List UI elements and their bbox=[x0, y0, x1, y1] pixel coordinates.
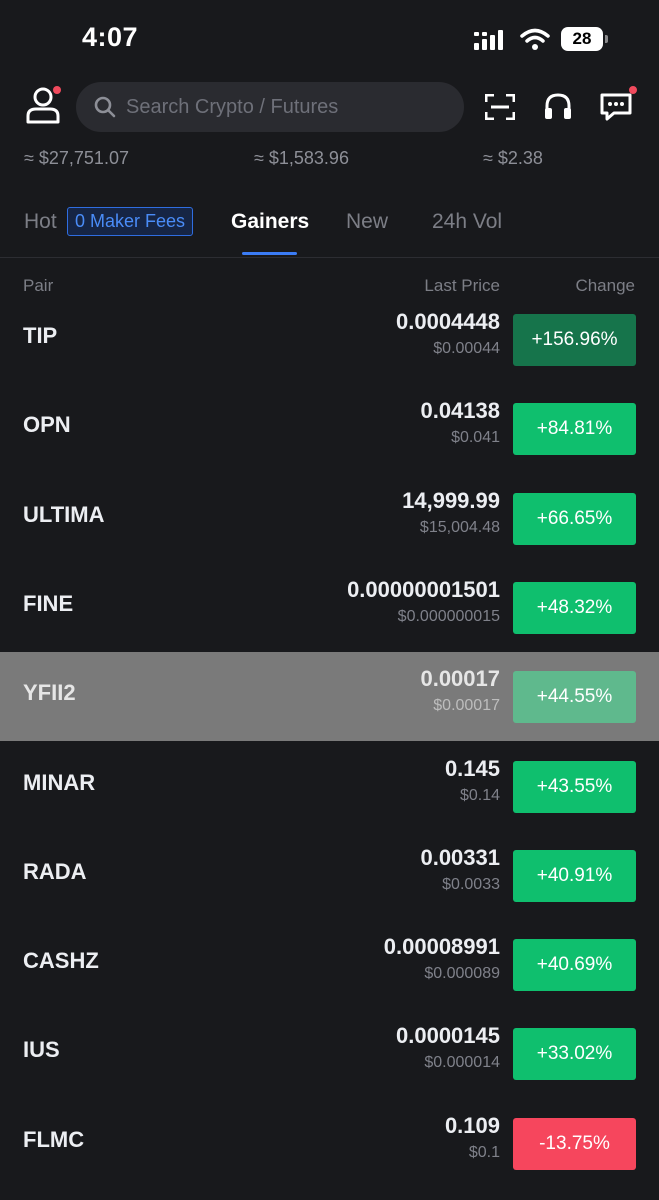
tab-new[interactable]: New bbox=[346, 210, 388, 234]
search-input[interactable]: Search Crypto / Futures bbox=[76, 82, 464, 132]
usd-price: $0.1 bbox=[468, 1143, 500, 1161]
scan-icon[interactable] bbox=[485, 94, 515, 120]
last-price: 0.00000001501 bbox=[347, 576, 500, 602]
battery-level: 28 bbox=[561, 27, 603, 51]
usd-price: $0.041 bbox=[451, 429, 500, 447]
pair-symbol: RADA bbox=[23, 858, 87, 884]
last-price: 0.0000145 bbox=[396, 1023, 500, 1049]
column-header-change[interactable]: Change bbox=[575, 276, 635, 296]
pair-symbol: OPN bbox=[23, 412, 71, 438]
change-badge[interactable]: +40.91% bbox=[513, 849, 636, 902]
last-price: 14,999.99 bbox=[402, 487, 500, 513]
market-row[interactable]: ULTIMA 14,999.99 $15,004.48 +66.65% bbox=[0, 474, 659, 563]
message-icon[interactable] bbox=[600, 92, 634, 122]
pair-symbol: ULTIMA bbox=[23, 501, 105, 527]
usd-price: $0.000000015 bbox=[397, 607, 500, 625]
change-badge[interactable]: +48.32% bbox=[513, 581, 636, 634]
pair-symbol: CASHZ bbox=[23, 948, 99, 974]
message-notification-dot bbox=[629, 86, 637, 94]
change-badge[interactable]: +156.96% bbox=[513, 314, 636, 366]
last-price: 0.04138 bbox=[420, 398, 500, 424]
cellular-signal-icon bbox=[474, 30, 503, 50]
tab-hot[interactable]: Hot bbox=[24, 210, 57, 234]
change-badge[interactable]: +40.69% bbox=[513, 939, 636, 992]
last-price: 0.109 bbox=[444, 1112, 500, 1138]
profile-notification-dot bbox=[53, 86, 61, 94]
usd-price: $15,004.48 bbox=[419, 518, 500, 536]
pair-symbol: TIP bbox=[23, 323, 58, 348]
active-tab-indicator bbox=[242, 252, 297, 255]
last-price: 0.00331 bbox=[420, 844, 500, 870]
ticker-price[interactable]: ≈ $2.38 bbox=[483, 148, 543, 169]
usd-price: $0.000089 bbox=[424, 965, 500, 983]
market-row[interactable]: FLMC 0.109 $0.1 -13.75% bbox=[0, 1099, 659, 1188]
usd-price: $0.00044 bbox=[433, 340, 500, 357]
change-badge[interactable]: +84.81% bbox=[513, 403, 636, 456]
change-badge[interactable]: +44.55% bbox=[513, 671, 636, 724]
pair-symbol: MINAR bbox=[23, 769, 96, 795]
last-price: 0.00008991 bbox=[383, 934, 500, 960]
market-row[interactable]: FINE 0.00000001501 $0.000000015 +48.32% bbox=[0, 563, 659, 652]
app-header: Search Crypto / Futures bbox=[0, 78, 659, 136]
market-row[interactable]: RADA 0.00331 $0.0033 +40.91% bbox=[0, 831, 659, 920]
pair-symbol: FINE bbox=[23, 590, 74, 616]
search-placeholder: Search Crypto / Futures bbox=[126, 96, 339, 118]
pair-symbol: YFII2 bbox=[23, 680, 76, 706]
battery-icon: 28 bbox=[561, 27, 609, 51]
status-time: 4:07 bbox=[82, 22, 139, 52]
headset-icon[interactable] bbox=[543, 92, 573, 122]
market-tabs: Hot 0 Maker Fees Gainers New 24h Vol bbox=[0, 198, 659, 256]
market-row[interactable]: YFII2 0.00017 $0.00017 +44.55% bbox=[0, 652, 659, 742]
market-row[interactable]: MINAR 0.145 $0.14 +43.55% bbox=[0, 742, 659, 831]
column-header-pair: Pair bbox=[23, 276, 54, 295]
tab-gainers[interactable]: Gainers bbox=[231, 210, 309, 234]
market-row[interactable]: OPN 0.04138 $0.041 +84.81% bbox=[0, 384, 659, 473]
last-price: 0.00017 bbox=[420, 666, 500, 692]
status-bar: 4:07 28 bbox=[0, 0, 659, 80]
search-icon bbox=[94, 96, 116, 118]
wifi-icon bbox=[520, 28, 550, 50]
ticker-strip: ≈ $27,751.07 ≈ $1,583.96 ≈ $2.38 bbox=[0, 140, 659, 176]
divider bbox=[0, 257, 659, 258]
market-row[interactable]: IUS 0.0000145 $0.000014 +33.02% bbox=[0, 1009, 659, 1098]
tab-24h-vol[interactable]: 24h Vol bbox=[432, 210, 502, 234]
market-row[interactable]: TIP 0.0004448 $0.00044 +156.96% bbox=[0, 295, 659, 384]
column-header-last-price[interactable]: Last Price bbox=[424, 276, 500, 296]
pair-symbol: FLMC bbox=[23, 1126, 85, 1152]
usd-price: $0.0033 bbox=[442, 875, 500, 893]
ticker-price[interactable]: ≈ $1,583.96 bbox=[254, 148, 349, 169]
pair-symbol: IUS bbox=[23, 1037, 60, 1063]
change-badge[interactable]: +33.02% bbox=[513, 1028, 636, 1081]
change-badge[interactable]: +66.65% bbox=[513, 492, 636, 545]
market-row[interactable]: CASHZ 0.00008991 $0.000089 +40.69% bbox=[0, 920, 659, 1009]
maker-fees-badge[interactable]: 0 Maker Fees bbox=[67, 207, 194, 236]
change-badge[interactable]: +43.55% bbox=[513, 760, 636, 813]
last-price: 0.145 bbox=[444, 755, 500, 781]
usd-price: $0.000014 bbox=[424, 1054, 500, 1072]
ticker-price[interactable]: ≈ $27,751.07 bbox=[24, 148, 129, 169]
usd-price: $0.14 bbox=[459, 786, 500, 804]
change-badge[interactable]: -13.75% bbox=[513, 1117, 636, 1170]
last-price: 0.0004448 bbox=[396, 309, 500, 334]
usd-price: $0.00017 bbox=[433, 697, 500, 715]
